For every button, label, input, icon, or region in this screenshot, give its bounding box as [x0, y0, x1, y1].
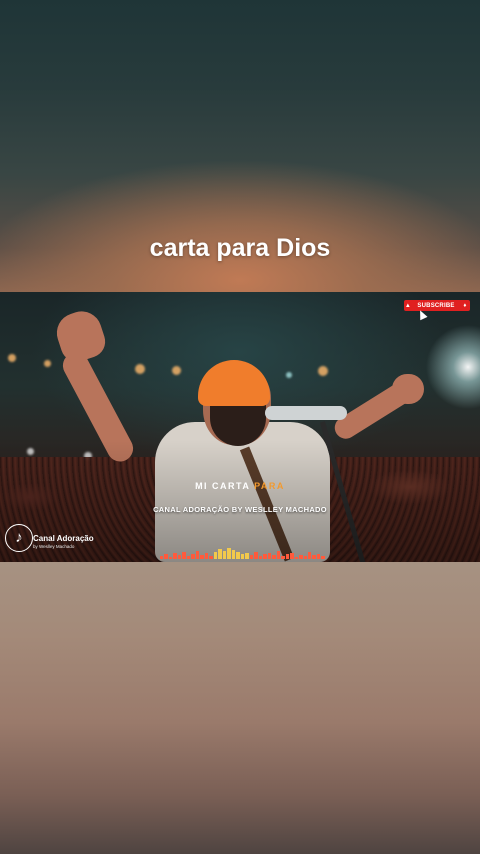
thumb-icon: ▲	[404, 302, 412, 309]
music-note-icon: ♪	[5, 524, 33, 552]
channel-caption: CANAL ADORAÇÃO BY WESLLEY MACHADO	[153, 505, 327, 514]
lyric-subtitle: MI CARTA PARA	[0, 481, 480, 491]
video-player[interactable]: ▲ SUBSCRIBE ♦ MI CARTA PARA CANAL ADORAÇ…	[0, 292, 480, 562]
channel-logo-subtitle: by Weslley Machado	[33, 544, 75, 549]
subscribe-label: SUBSCRIBE	[417, 302, 455, 309]
subscribe-button[interactable]: ▲ SUBSCRIBE ♦	[404, 300, 470, 311]
video-caption-title: carta para Dios	[149, 234, 331, 262]
lyric-sung: MI CARTA	[195, 481, 251, 491]
bell-icon: ♦	[463, 302, 467, 309]
video-shade	[0, 292, 480, 562]
audio-equalizer	[160, 547, 325, 559]
bottom-blurred-background	[0, 562, 480, 854]
channel-logo-name: Canal Adoração	[33, 534, 94, 543]
lyric-highlight: PARA	[254, 481, 285, 491]
